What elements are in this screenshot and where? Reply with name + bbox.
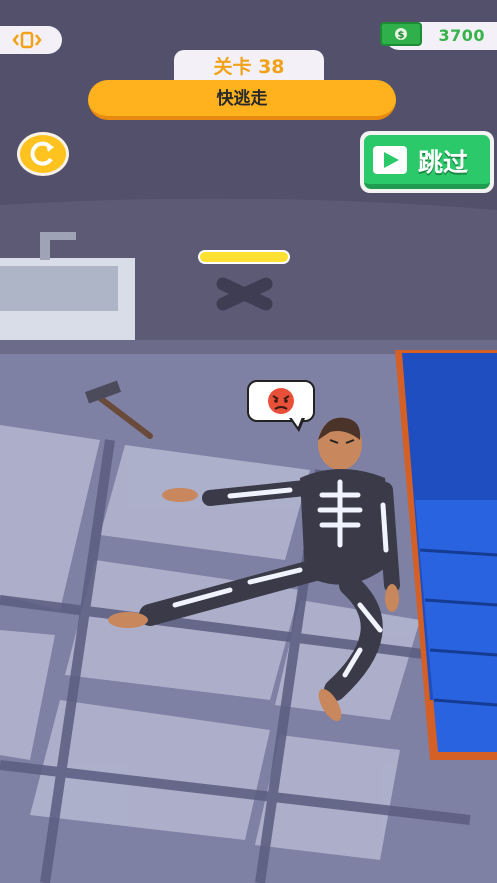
speech-bubble <box>247 380 315 432</box>
restart-icon <box>30 141 54 166</box>
vibration-icon <box>12 31 42 49</box>
play-video-icon <box>373 146 407 174</box>
angry-face-icon <box>268 388 294 414</box>
skip-button[interactable]: 跳过 <box>360 131 494 193</box>
svg-text:$: $ <box>398 30 405 41</box>
money-value: 3700 <box>438 26 485 45</box>
progress-bar <box>198 250 290 264</box>
cash-icon: $ <box>380 22 422 46</box>
skip-label: 跳过 <box>418 148 469 177</box>
vibration-toggle-button[interactable] <box>0 26 62 54</box>
restart-button[interactable] <box>17 132 69 176</box>
task-banner: 快逃走 <box>88 80 396 120</box>
x-floor-mark <box>216 277 273 311</box>
money-counter: $ 3700 <box>380 22 497 50</box>
